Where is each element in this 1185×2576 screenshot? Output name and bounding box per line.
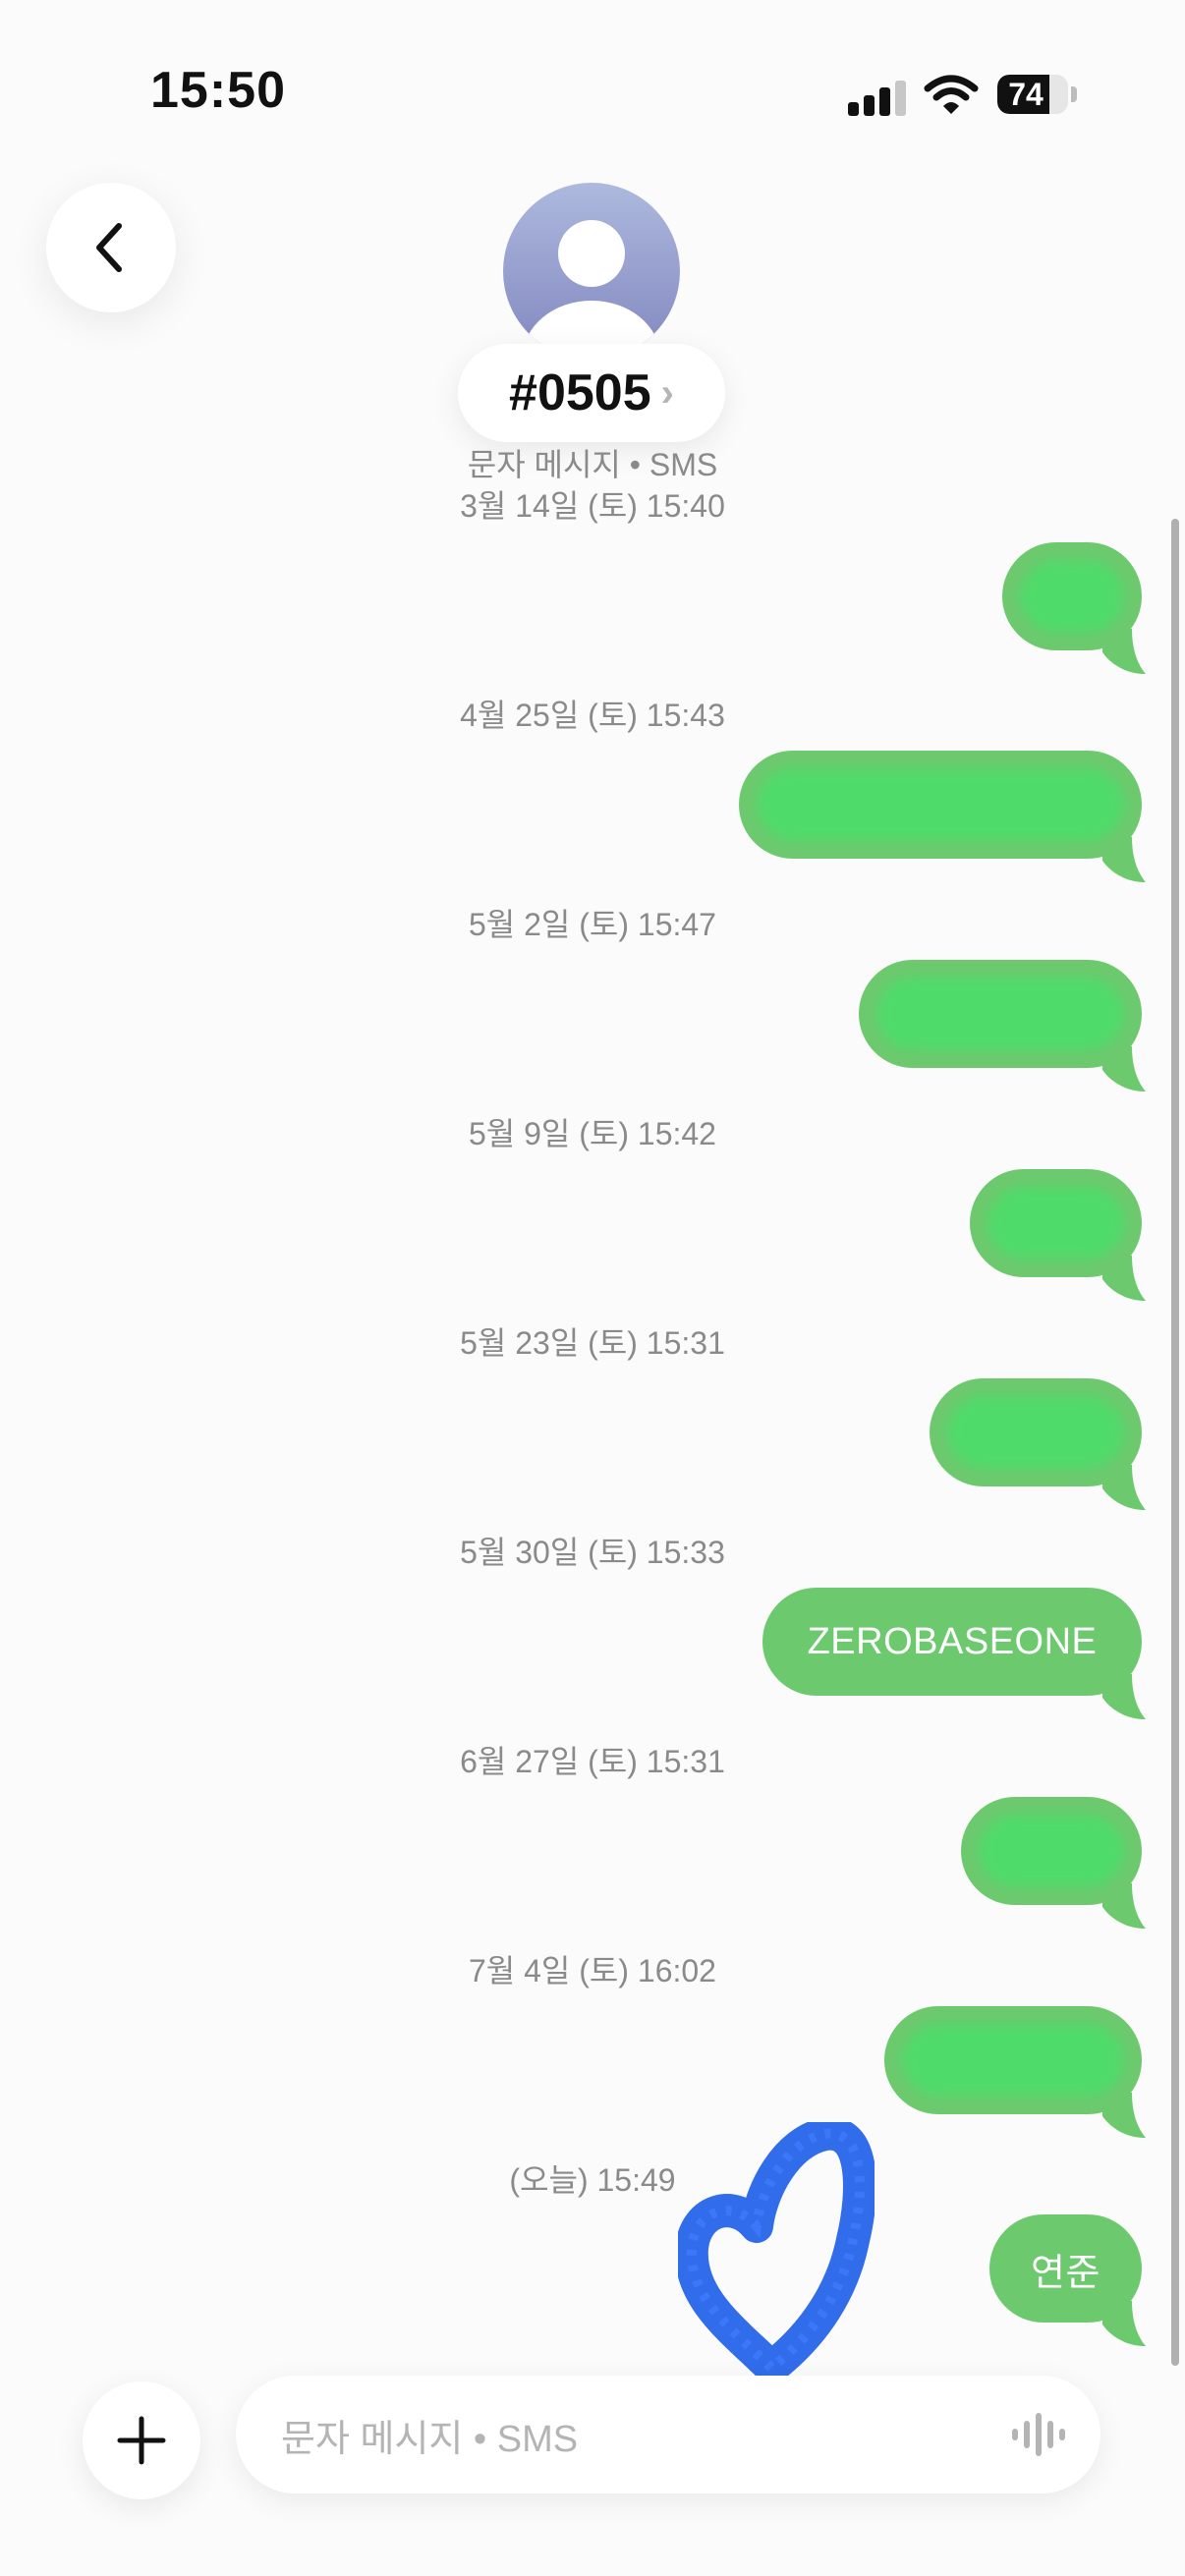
add-button[interactable] xyxy=(83,2381,200,2499)
bubble-tail xyxy=(1102,1465,1146,1510)
scrollbar[interactable] xyxy=(1171,519,1179,2366)
message-timestamp: 5월 2일 (토) 15:47 xyxy=(469,907,716,942)
message-bubble[interactable]: 연준 xyxy=(989,2214,1146,2346)
redacted-message xyxy=(876,978,1124,1050)
message-timestamp: 6월 27일 (토) 15:31 xyxy=(460,1744,725,1779)
message-timestamp: 7월 4일 (토) 16:02 xyxy=(469,1953,716,1988)
battery-level: 74 xyxy=(1008,77,1044,112)
bubble-tail xyxy=(1102,2093,1146,2138)
message-bubble[interactable] xyxy=(739,751,1146,882)
avatar[interactable] xyxy=(503,183,680,360)
message-bubble[interactable] xyxy=(970,1169,1146,1301)
cellular-signal-icon xyxy=(848,81,906,116)
redacted-message xyxy=(988,1187,1124,1260)
message-text: ZEROBASEONE xyxy=(807,1620,1098,1662)
bubble-tail xyxy=(1102,1046,1146,1092)
message-timestamp: 3월 14일 (토) 15:40 xyxy=(460,488,725,524)
bubble-tail xyxy=(1102,629,1146,674)
message-bubble[interactable] xyxy=(884,2006,1146,2138)
message-timestamp: 5월 9일 (토) 15:42 xyxy=(469,1116,716,1151)
message-bubble[interactable] xyxy=(930,1378,1146,1510)
message-input[interactable]: 문자 메시지 • SMS xyxy=(236,2376,1100,2493)
redacted-message xyxy=(1020,560,1124,633)
message-bubble[interactable] xyxy=(961,1797,1146,1929)
messages-screen: 15:50 74 #0505 › 문자 메시지 • SMS 3월 14일 (토)… xyxy=(0,0,1185,2576)
redacted-message xyxy=(902,2024,1124,2097)
heart-icon xyxy=(678,2122,875,2384)
waveform-icon[interactable] xyxy=(1010,2413,1065,2456)
plus-icon xyxy=(117,2416,166,2465)
message-timestamp: (오늘) 15:49 xyxy=(509,2162,676,2198)
wifi-icon xyxy=(924,75,979,114)
chevron-right-icon: › xyxy=(660,370,674,415)
redacted-message xyxy=(979,1815,1124,1887)
contact-name-button[interactable]: #0505 › xyxy=(458,344,725,442)
redacted-message xyxy=(947,1396,1124,1469)
message-text: 연준 xyxy=(1031,2252,1100,2294)
message-timestamp: 4월 25일 (토) 15:43 xyxy=(460,698,725,733)
message-bubble[interactable] xyxy=(859,960,1146,1092)
message-timestamp: 5월 30일 (토) 15:33 xyxy=(460,1535,725,1570)
back-button[interactable] xyxy=(46,183,176,312)
status-time: 15:50 xyxy=(150,62,286,119)
battery-icon: 74 xyxy=(997,75,1068,114)
contact-name: #0505 xyxy=(509,364,651,421)
bubble-tail xyxy=(1102,837,1146,882)
redacted-message xyxy=(757,768,1124,841)
message-input-placeholder: 문자 메시지 • SMS xyxy=(281,2418,579,2460)
bubble-tail xyxy=(1102,1256,1146,1301)
message-bubble[interactable]: ZEROBASEONE xyxy=(762,1588,1146,1719)
message-bubble[interactable] xyxy=(1002,542,1146,674)
chevron-left-icon xyxy=(96,223,122,272)
bubble-tail xyxy=(1102,1883,1146,1929)
person-icon xyxy=(523,220,660,360)
battery-nub xyxy=(1071,86,1077,102)
service-label: 문자 메시지 • SMS xyxy=(467,447,718,482)
message-timestamp: 5월 23일 (토) 15:31 xyxy=(460,1325,725,1361)
